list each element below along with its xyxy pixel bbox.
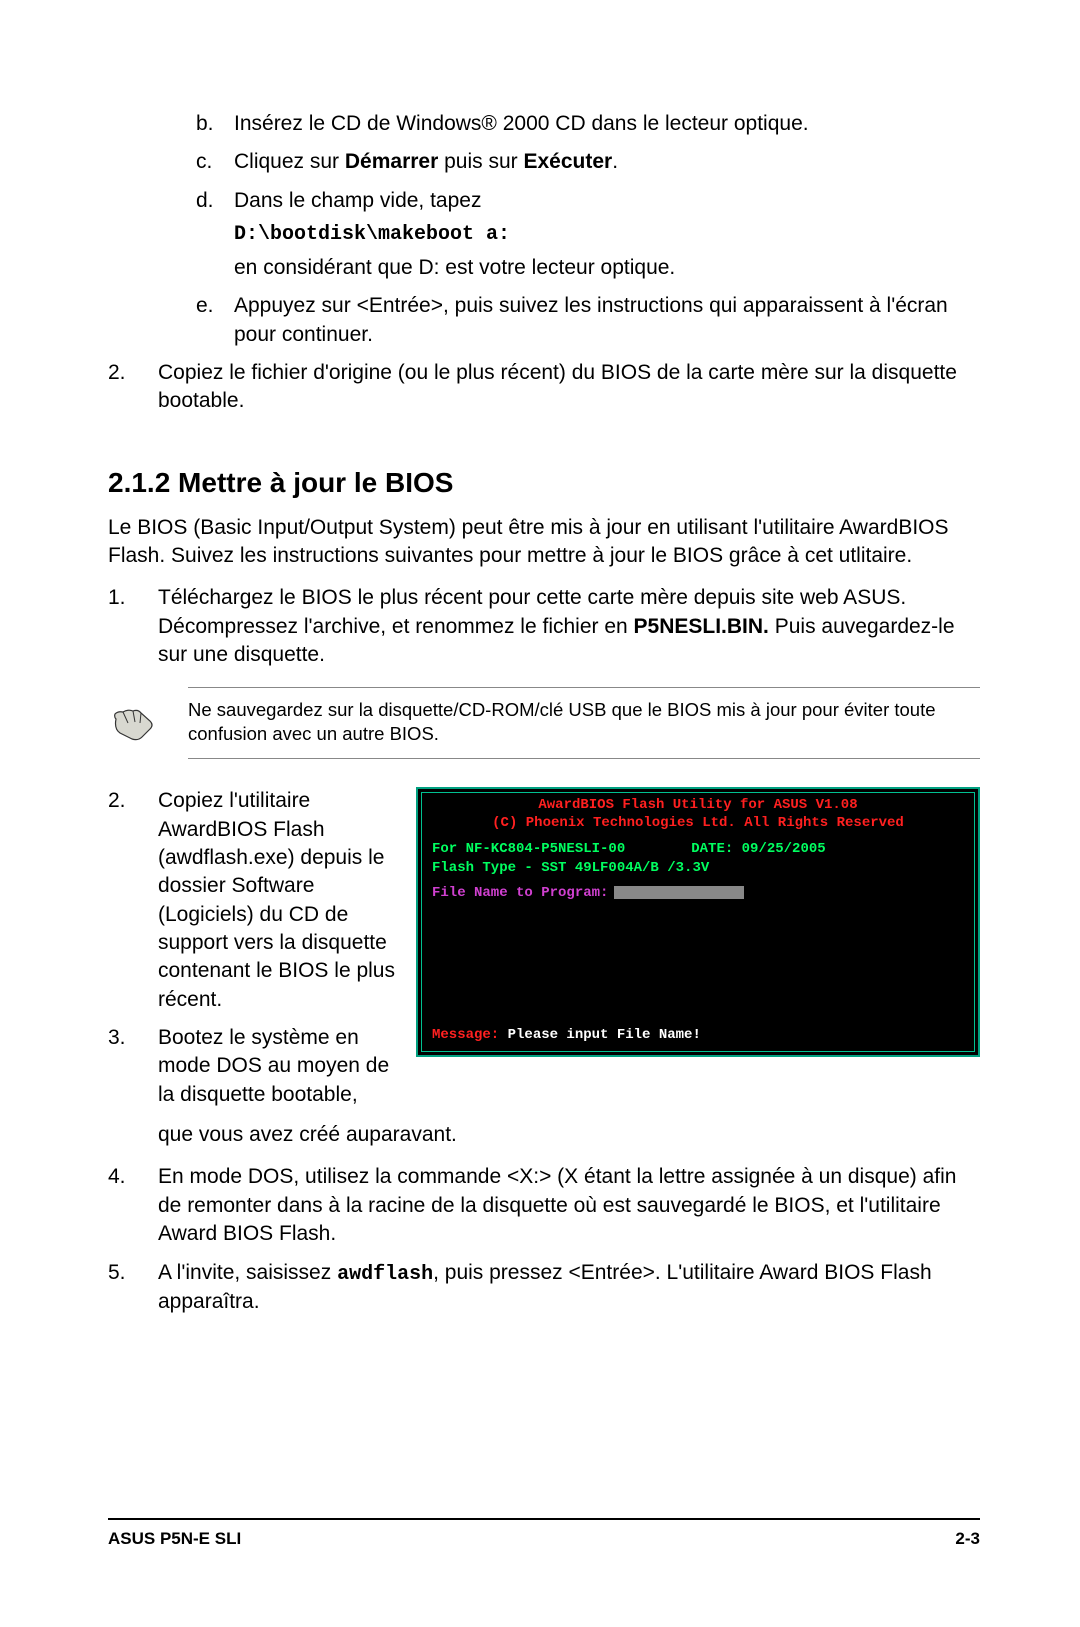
- bios-message: Message: Please input File Name!: [432, 1026, 701, 1045]
- hand-pointing-icon: [108, 699, 158, 749]
- bold2: Exécuter: [524, 150, 613, 173]
- sub-item-c: c. Cliquez sur Démarrer puis sur Exécute…: [196, 148, 980, 176]
- post: .: [612, 150, 618, 173]
- bios-input-cursor: [614, 886, 744, 899]
- line1: Dans le champ vide, tapez: [234, 187, 980, 215]
- sub-item-e: e. Appuyez sur <Entrée>, puis suivez les…: [196, 292, 980, 349]
- text: Appuyez sur <Entrée>, puis suivez les in…: [234, 292, 980, 349]
- sub-item-d: d. Dans le champ vide, tapez D:\bootdisk…: [196, 187, 980, 283]
- main-step-3-continuation: que vous avez créé auparavant.: [158, 1121, 980, 1149]
- marker: 5.: [108, 1259, 158, 1316]
- sublist-abc: b. Insérez le CD de Windows® 2000 CD dan…: [196, 110, 980, 349]
- text: En mode DOS, utilisez la commande <X:> (…: [158, 1163, 980, 1248]
- intro-paragraph: Le BIOS (Basic Input/Output System) peut…: [108, 514, 980, 571]
- bios-prompt: File Name to Program:: [432, 884, 964, 903]
- marker: b.: [196, 110, 234, 138]
- bold: Démarrer: [345, 150, 438, 173]
- bios-title: AwardBIOS Flash Utility for ASUS V1.08: [432, 797, 964, 815]
- text: Copiez l'utilitaire AwardBIOS Flash (awd…: [158, 787, 396, 1014]
- mid: puis sur: [438, 150, 523, 173]
- bold: awdflash: [337, 1263, 433, 1286]
- bios-copyright: (C) Phoenix Technologies Ltd. All Rights…: [432, 815, 964, 833]
- text: Cliquez sur Démarrer puis sur Exécuter.: [234, 148, 980, 176]
- line3: en considérant que D: est votre lecteur …: [234, 254, 980, 282]
- text: A l'invite, saisissez awdflash, puis pre…: [158, 1259, 980, 1316]
- marker: e.: [196, 292, 234, 349]
- bios-board: For NF-KC804-P5NESLI-00: [432, 841, 625, 857]
- main-step-4: 4. En mode DOS, utilisez la commande <X:…: [108, 1163, 980, 1248]
- marker: 2.: [108, 359, 158, 416]
- bios-utility-screenshot: AwardBIOS Flash Utility for ASUS V1.08 (…: [416, 787, 980, 1057]
- text: que vous avez créé auparavant.: [158, 1123, 457, 1146]
- bios-date: DATE: 09/25/2005: [691, 840, 825, 859]
- main-step-5: 5. A l'invite, saisissez awdflash, puis …: [108, 1259, 980, 1316]
- marker: 4.: [108, 1163, 158, 1248]
- bios-msg-label: Message:: [432, 1027, 499, 1043]
- left-column: 2. Copiez l'utilitaire AwardBIOS Flash (…: [108, 787, 396, 1119]
- command: D:\bootdisk\makeboot a:: [234, 221, 980, 248]
- sub-item-b: b. Insérez le CD de Windows® 2000 CD dan…: [196, 110, 980, 138]
- bold: P5NESLI.BIN.: [634, 615, 769, 638]
- bios-line1: For NF-KC804-P5NESLI-00 DATE: 09/25/2005: [432, 840, 964, 859]
- text: Téléchargez le BIOS le plus récent pour …: [158, 584, 980, 669]
- text: Insérez le CD de Windows® 2000 CD dans l…: [234, 110, 980, 138]
- top-step-2: 2. Copiez le fichier d'origine (ou le pl…: [108, 359, 980, 416]
- marker: c.: [196, 148, 234, 176]
- two-column-section: 2. Copiez l'utilitaire AwardBIOS Flash (…: [108, 787, 980, 1119]
- note-text: Ne sauvegardez sur la disquette/CD-ROM/c…: [188, 687, 980, 759]
- footer-left: ASUS P5N-E SLI: [108, 1528, 241, 1551]
- marker: d.: [196, 187, 234, 283]
- page-footer: ASUS P5N-E SLI 2-3: [108, 1518, 980, 1551]
- footer-page: 2-3: [955, 1528, 980, 1551]
- bios-inner: AwardBIOS Flash Utility for ASUS V1.08 (…: [421, 792, 975, 1052]
- bios-header: AwardBIOS Flash Utility for ASUS V1.08 (…: [432, 797, 964, 832]
- main-step-2: 2. Copiez l'utilitaire AwardBIOS Flash (…: [108, 787, 396, 1014]
- marker: 1.: [108, 584, 158, 669]
- text: Copiez le fichier d'origine (ou le plus …: [158, 359, 980, 416]
- main-step-3-left: 3. Bootez le système en mode DOS au moye…: [108, 1024, 396, 1109]
- pre: A l'invite, saisissez: [158, 1261, 337, 1284]
- text: Dans le champ vide, tapez D:\bootdisk\ma…: [234, 187, 980, 283]
- bios-line2: Flash Type - SST 49LF004A/B /3.3V: [432, 859, 964, 878]
- marker: 2.: [108, 787, 158, 1014]
- text: Bootez le système en mode DOS au moyen d…: [158, 1024, 396, 1109]
- bios-msg-text: Please input File Name!: [499, 1027, 701, 1043]
- section-heading: 2.1.2 Mettre à jour le BIOS: [108, 464, 980, 502]
- marker: 3.: [108, 1024, 158, 1109]
- main-step-1: 1. Téléchargez le BIOS le plus récent po…: [108, 584, 980, 669]
- bios-prompt-label: File Name to Program:: [432, 885, 608, 901]
- pre: Cliquez sur: [234, 150, 345, 173]
- note-block: Ne sauvegardez sur la disquette/CD-ROM/c…: [108, 687, 980, 759]
